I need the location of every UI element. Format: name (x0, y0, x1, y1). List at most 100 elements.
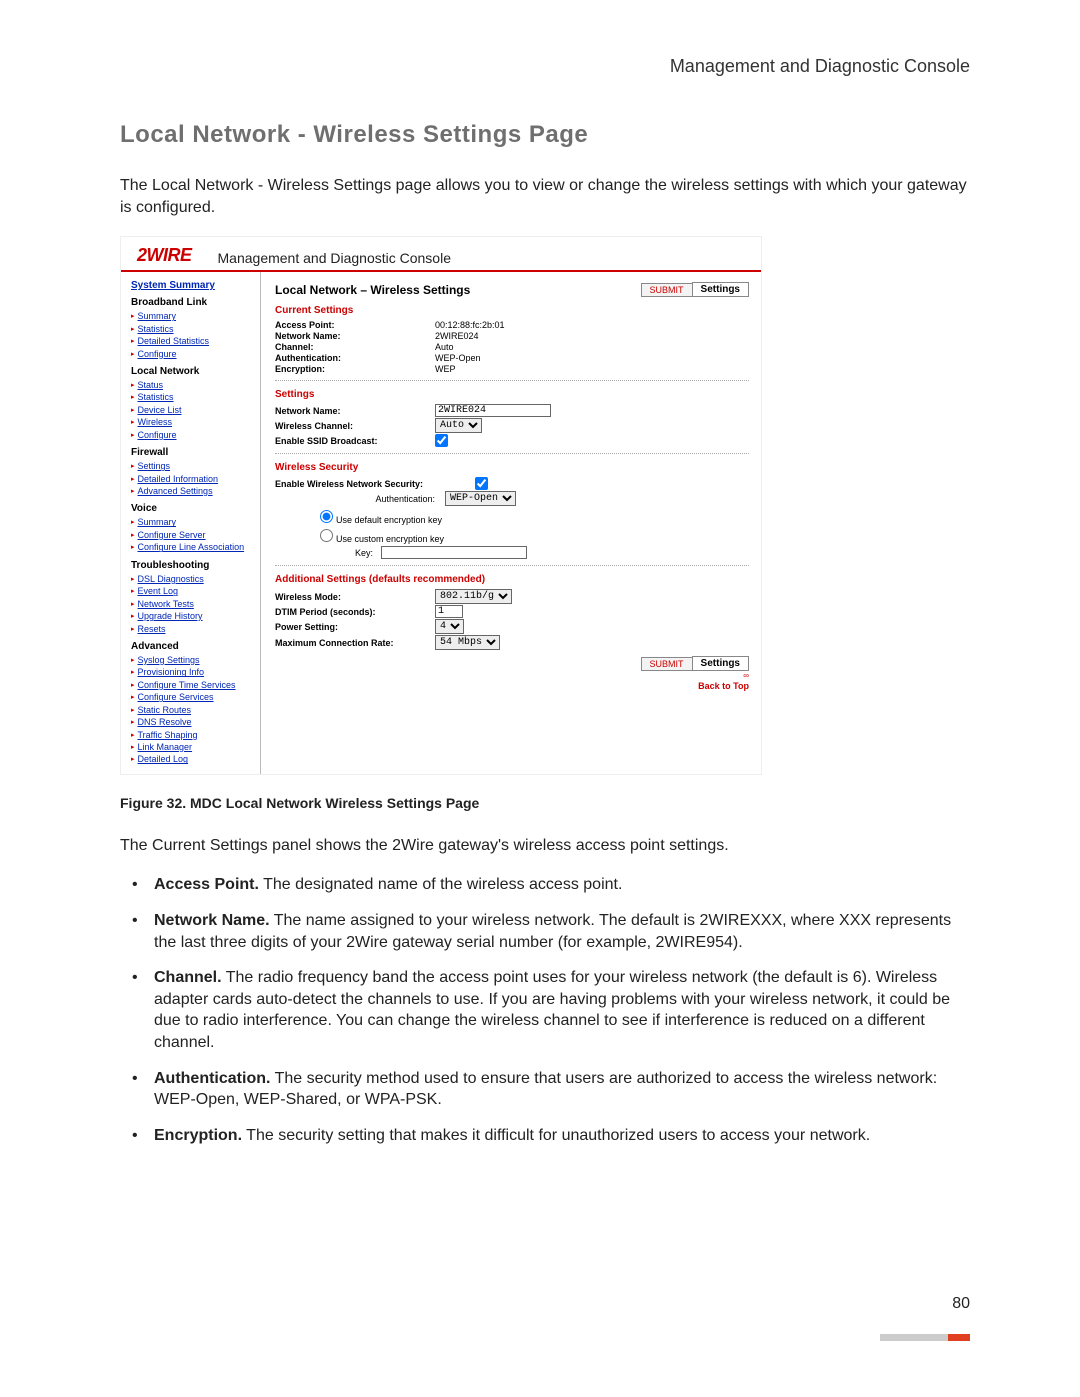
authentication-select[interactable]: WEP-Open (445, 491, 516, 506)
sidebar-item[interactable]: ▸Statistics (131, 391, 254, 403)
list-item: Network Name. The name assigned to your … (120, 910, 970, 953)
brand-logo: 2WIRE (137, 245, 192, 266)
sidebar-item[interactable]: ▸Settings (131, 460, 254, 472)
bullet-list: Access Point. The designated name of the… (120, 874, 970, 1146)
label: DTIM Period (seconds): (275, 607, 435, 617)
ssid-broadcast-checkbox[interactable] (435, 434, 448, 447)
label: Enable SSID Broadcast: (275, 436, 435, 446)
label: Maximum Connection Rate: (275, 638, 435, 648)
custom-key-radio[interactable] (320, 529, 333, 542)
sidebar-item[interactable]: ▸Detailed Log (131, 753, 254, 765)
label: Enable Wireless Network Security: (275, 479, 475, 489)
label: Authentication: (275, 353, 435, 363)
sidebar-section-firewall: Firewall (131, 447, 254, 458)
label: Wireless Channel: (275, 421, 435, 431)
sidebar-item[interactable]: ▸Provisioning Info (131, 666, 254, 678)
settings-heading: Settings (275, 389, 749, 400)
sidebar-section-local-network: Local Network (131, 366, 254, 377)
separator (275, 453, 749, 454)
list-item: Access Point. The designated name of the… (120, 874, 970, 896)
submit-label: Settings (692, 282, 749, 297)
sidebar-item[interactable]: ▸Upgrade History (131, 610, 254, 622)
label: Use custom encryption key (336, 534, 444, 544)
separator (275, 565, 749, 566)
sidebar-item[interactable]: ▸Event Log (131, 585, 254, 597)
sidebar-item[interactable]: ▸Detailed Statistics (131, 335, 254, 347)
sidebar-item[interactable]: ▸Device List (131, 404, 254, 416)
sidebar-section-troubleshooting: Troubleshooting (131, 560, 254, 571)
sidebar-item[interactable]: ▸Syslog Settings (131, 654, 254, 666)
list-item: Channel. The radio frequency band the ac… (120, 967, 970, 1053)
value: 2WIRE024 (435, 331, 479, 341)
sidebar-section-broadband: Broadband Link (131, 297, 254, 308)
label: Use default encryption key (336, 515, 442, 525)
encryption-key-input[interactable] (381, 546, 527, 559)
enable-security-checkbox[interactable] (475, 477, 488, 490)
label: Power Setting: (275, 622, 435, 632)
sidebar-item[interactable]: ▸Configure Server (131, 529, 254, 541)
sidebar-item[interactable]: ▸Statistics (131, 323, 254, 335)
label: Authentication: (275, 494, 445, 504)
mdc-header: 2WIRE Management and Diagnostic Console (121, 237, 761, 272)
wireless-security-heading: Wireless Security (275, 462, 749, 473)
body-paragraph: The Current Settings panel shows the 2Wi… (120, 835, 970, 857)
page-title: Local Network - Wireless Settings Page (120, 121, 970, 149)
submit-button[interactable]: SUBMIT (641, 283, 692, 297)
wireless-channel-select[interactable]: Auto (435, 418, 482, 433)
sidebar-item[interactable]: ▸Resets (131, 623, 254, 635)
infinity-link[interactable]: ∞ (275, 671, 749, 680)
network-name-input[interactable] (435, 404, 551, 417)
sidebar-item[interactable]: ▸Configure Line Association (131, 541, 254, 553)
sidebar-item[interactable]: ▸Static Routes (131, 704, 254, 716)
sidebar-item[interactable]: ▸Configure Services (131, 691, 254, 703)
sidebar-item[interactable]: ▸Detailed Information (131, 473, 254, 485)
label: Wireless Mode: (275, 592, 435, 602)
sidebar-item[interactable]: ▸Configure Time Services (131, 679, 254, 691)
sidebar: System Summary Broadband Link ▸Summary ▸… (121, 272, 261, 774)
sidebar-item[interactable]: ▸Link Manager (131, 741, 254, 753)
list-item: Encryption. The security setting that ma… (120, 1125, 970, 1147)
label: Channel: (275, 342, 435, 352)
label: Network Name: (275, 406, 435, 416)
running-header: Management and Diagnostic Console (120, 56, 970, 77)
power-setting-select[interactable]: 4 (435, 619, 464, 634)
sidebar-item[interactable]: ▸Summary (131, 310, 254, 322)
wireless-mode-select[interactable]: 802.11b/g (435, 589, 512, 604)
sidebar-section-advanced: Advanced (131, 641, 254, 652)
sidebar-item[interactable]: ▸DNS Resolve (131, 716, 254, 728)
dtim-period-input[interactable] (435, 605, 463, 618)
current-settings-heading: Current Settings (275, 305, 749, 316)
submit-button-bottom[interactable]: SUBMIT (641, 657, 692, 671)
page-accent (880, 1334, 970, 1341)
sidebar-system-summary[interactable]: System Summary (131, 280, 254, 291)
value: 00:12:88:fc:2b:01 (435, 320, 505, 330)
sidebar-item[interactable]: ▸Traffic Shaping (131, 729, 254, 741)
intro-paragraph: The Local Network - Wireless Settings pa… (120, 175, 970, 218)
back-to-top-link[interactable]: Back to Top (275, 681, 749, 691)
sidebar-item[interactable]: ▸Summary (131, 516, 254, 528)
list-item: Authentication. The security method used… (120, 1068, 970, 1111)
sidebar-item[interactable]: ▸Configure (131, 429, 254, 441)
page-number: 80 (952, 1295, 970, 1313)
label: Encryption: (275, 364, 435, 374)
separator (275, 380, 749, 381)
sidebar-item[interactable]: ▸Advanced Settings (131, 485, 254, 497)
label: Access Point: (275, 320, 435, 330)
sidebar-item[interactable]: ▸Network Tests (131, 598, 254, 610)
sidebar-item[interactable]: ▸Configure (131, 348, 254, 360)
sidebar-section-voice: Voice (131, 503, 254, 514)
default-key-radio[interactable] (320, 510, 333, 523)
figure-caption: Figure 32. MDC Local Network Wireless Se… (120, 795, 970, 811)
content-pane: Local Network – Wireless Settings SUBMIT… (261, 272, 761, 774)
value: WEP (435, 364, 456, 374)
additional-settings-heading: Additional Settings (defaults recommende… (275, 574, 749, 585)
sidebar-item[interactable]: ▸DSL Diagnostics (131, 573, 254, 585)
submit-label-bottom: Settings (692, 656, 749, 671)
mdc-screenshot: 2WIRE Management and Diagnostic Console … (120, 236, 762, 775)
sidebar-item[interactable]: ▸Status (131, 379, 254, 391)
sidebar-item[interactable]: ▸Wireless (131, 416, 254, 428)
max-connection-rate-select[interactable]: 54 Mbps (435, 635, 500, 650)
console-title: Management and Diagnostic Console (218, 250, 451, 266)
label: Key: (355, 548, 373, 558)
value: WEP-Open (435, 353, 481, 363)
